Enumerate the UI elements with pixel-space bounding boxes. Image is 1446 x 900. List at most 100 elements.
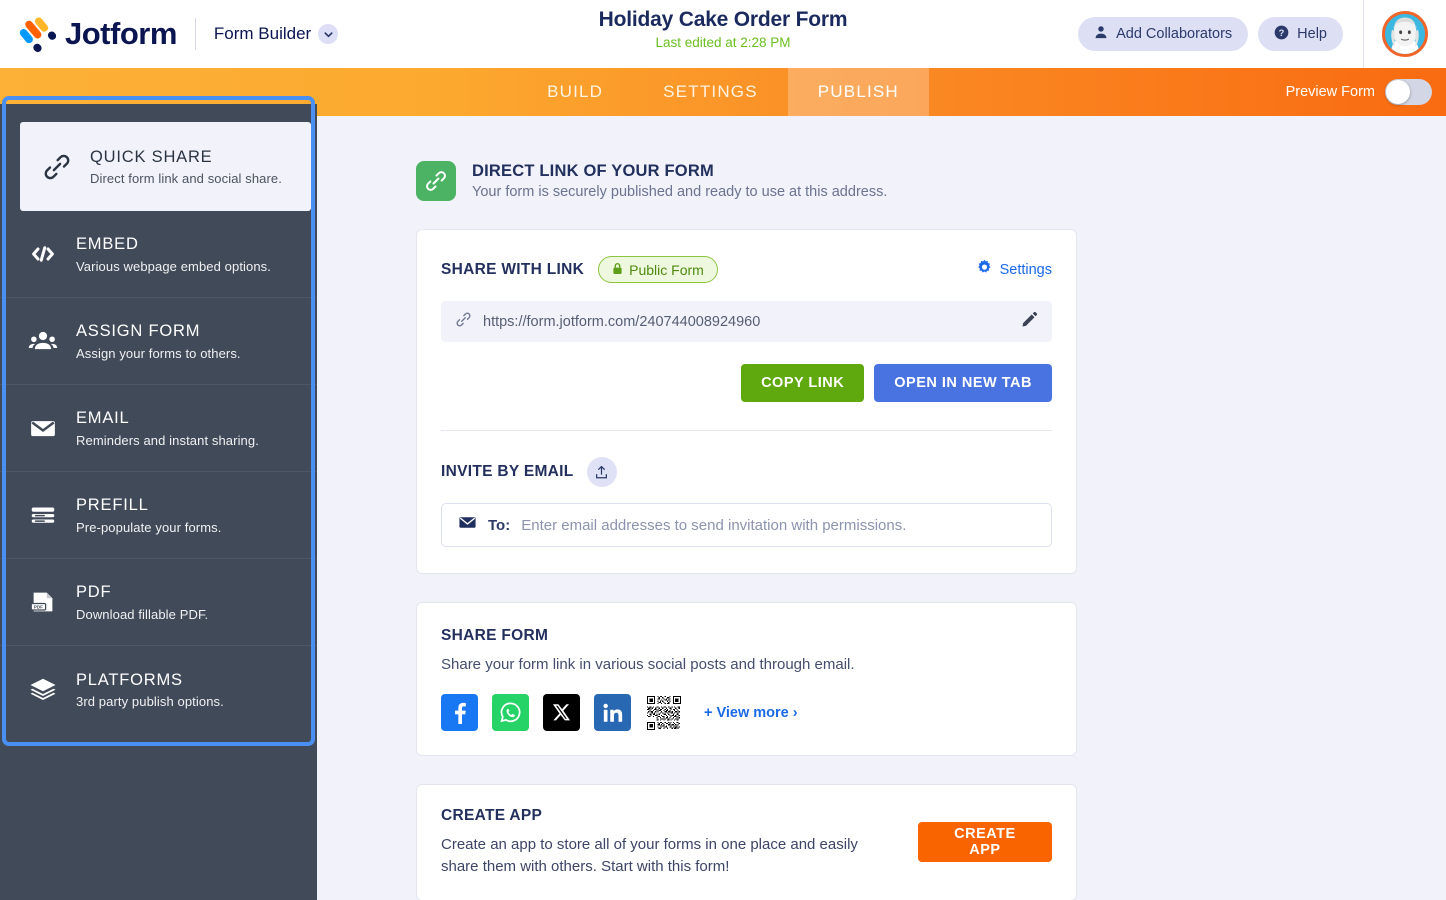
link-icon [416,161,456,201]
sidebar-item-prefill[interactable]: PREFILL Pre-populate your forms. [0,472,317,559]
settings-label: Settings [999,261,1052,278]
upload-share-icon[interactable] [586,457,617,487]
sidebar-item-quick-share[interactable]: QUICK SHARE Direct form link and social … [20,122,311,211]
sidebar-item-sub: Direct form link and social share. [90,171,282,187]
sidebar-item-title: PREFILL [76,496,149,515]
invite-email-input[interactable]: To: Enter email addresses to send invita… [441,503,1052,547]
create-app-row: CREATE APP Create an app to store all of… [441,807,1052,878]
jotform-logo-icon [18,15,57,53]
avatar[interactable] [1382,11,1428,57]
form-builder-menu[interactable]: Form Builder [213,24,339,44]
app-header: Jotform Form Builder Holiday Cake Order … [0,0,1446,68]
share-with-link-label: SHARE WITH LINK [441,260,585,278]
header-divider [194,18,196,50]
sidebar-item-embed[interactable]: EMBED Various webpage embed options. [0,211,317,298]
whatsapp-icon[interactable] [492,694,529,731]
settings-link[interactable]: Settings [976,259,1052,280]
add-collaborators-label: Add Collaborators [1116,26,1233,42]
sidebar-item-text: EMAIL Reminders and instant sharing. [76,408,259,448]
jotform-logo[interactable]: Jotform [18,15,177,53]
chevron-right-icon: › [792,704,798,721]
form-builder-label: Form Builder [213,24,312,43]
sidebar-item-text: PDF Download fillable PDF. [76,582,208,622]
main-content: DIRECT LINK OF YOUR FORM Your form is se… [317,116,1446,900]
sidebar-item-title: PDF [76,583,112,602]
qr-code-icon[interactable] [645,694,682,731]
direct-link-header: DIRECT LINK OF YOUR FORM Your form is se… [416,161,1446,201]
sidebar-item-sub: 3rd party publish options. [76,694,224,710]
sidebar-item-title: PLATFORMS [76,670,183,689]
sidebar-item-assign-form[interactable]: ASSIGN FORM Assign your forms to others. [0,298,317,385]
create-app-button[interactable]: CREATE APP [917,822,1052,863]
tab-settings[interactable]: SETTINGS [633,68,788,116]
help-button[interactable]: ? Help [1258,17,1343,51]
sidebar-menu: QUICK SHARE Direct form link and social … [0,104,317,733]
create-app-title: CREATE APP [441,807,543,824]
layers-icon [26,673,60,707]
sidebar-item-sub: Assign your forms to others. [76,345,241,361]
sidebar-item-pdf[interactable]: PDF PDF Download fillable PDF. [0,559,317,646]
open-in-new-tab-button[interactable]: OPEN IN NEW TAB [874,364,1052,402]
share-form-title: SHARE FORM [441,627,549,644]
link-icon [40,150,74,184]
pdf-icon: PDF [26,585,60,619]
facebook-icon[interactable] [441,694,478,731]
sidebar-item-text: PLATFORMS 3rd party publish options. [76,670,224,710]
gear-icon [976,259,993,280]
sidebar-item-text: PREFILL Pre-populate your forms. [76,495,221,535]
preview-form-toggle[interactable]: Preview Form [1286,68,1432,116]
card-divider [441,430,1052,431]
tab-publish[interactable]: PUBLISH [787,68,929,116]
link-actions: COPY LINK OPEN IN NEW TAB [441,364,1052,402]
sidebar-item-text: EMBED Various webpage embed options. [76,234,271,274]
link-icon [455,311,472,333]
sidebar-item-email[interactable]: EMAIL Reminders and instant sharing. [0,385,317,472]
edit-pencil-icon[interactable] [1021,311,1038,333]
sidebar-item-title: EMAIL [76,409,130,428]
sidebar-item-platforms[interactable]: PLATFORMS 3rd party publish options. [0,646,317,733]
to-label: To: [488,516,511,534]
header-divider-2 [1363,0,1364,68]
svg-text:PDF: PDF [34,605,43,610]
plus-icon: + [704,704,713,721]
envelope-icon [458,513,477,537]
sidebar-item-title: EMBED [76,235,139,254]
preview-form-label: Preview Form [1285,84,1375,100]
create-app-card: CREATE APP Create an app to store all of… [416,784,1077,900]
view-more-link[interactable]: + View more › [704,705,798,721]
code-icon [26,237,60,271]
help-label: Help [1297,26,1327,42]
sidebar-item-sub: Reminders and instant sharing. [76,432,259,448]
sidebar-item-sub: Various webpage embed options. [76,258,271,274]
chevron-down-icon[interactable] [318,24,339,44]
sidebar-item-text: ASSIGN FORM Assign your forms to others. [76,321,241,361]
list-icon [26,498,60,532]
lock-icon [612,262,623,278]
social-share-row: + View more › [441,694,1052,731]
create-app-text: CREATE APP Create an app to store all of… [441,807,898,878]
create-app-desc: Create an app to store all of your forms… [441,836,858,875]
form-url-field[interactable]: https://form.jotform.com/240744008924960 [441,301,1052,342]
invite-by-email-header: INVITE BY EMAIL [441,457,1052,487]
add-collaborators-button[interactable]: Add Collaborators [1078,17,1249,51]
linkedin-icon[interactable] [594,694,631,731]
brand-name: Jotform [65,16,177,51]
copy-link-button[interactable]: COPY LINK [741,364,865,402]
x-twitter-icon[interactable] [543,694,580,731]
sidebar-item-sub: Pre-populate your forms. [76,519,222,535]
svg-text:?: ? [1279,27,1285,37]
tab-build[interactable]: BUILD [517,68,633,116]
direct-link-text: DIRECT LINK OF YOUR FORM Your form is se… [472,162,887,200]
person-icon [1094,25,1108,43]
sidebar-item-sub: Download fillable PDF. [76,606,209,622]
header-actions: Add Collaborators ? Help [1078,0,1446,68]
invite-email-placeholder: Enter email addresses to send invitation… [521,516,907,534]
sidebar-item-title: QUICK SHARE [90,147,213,166]
question-circle-icon: ? [1274,25,1289,44]
invite-by-email-label: INVITE BY EMAIL [441,463,574,480]
share-with-link-card: SHARE WITH LINK Public Form Settings htt… [416,229,1077,574]
status-badge[interactable]: Public Form [598,256,718,283]
share-link-header: SHARE WITH LINK Public Form Settings [441,256,1052,283]
toggle-switch[interactable] [1385,79,1432,105]
sidebar-item-text: QUICK SHARE Direct form link and social … [90,147,282,187]
